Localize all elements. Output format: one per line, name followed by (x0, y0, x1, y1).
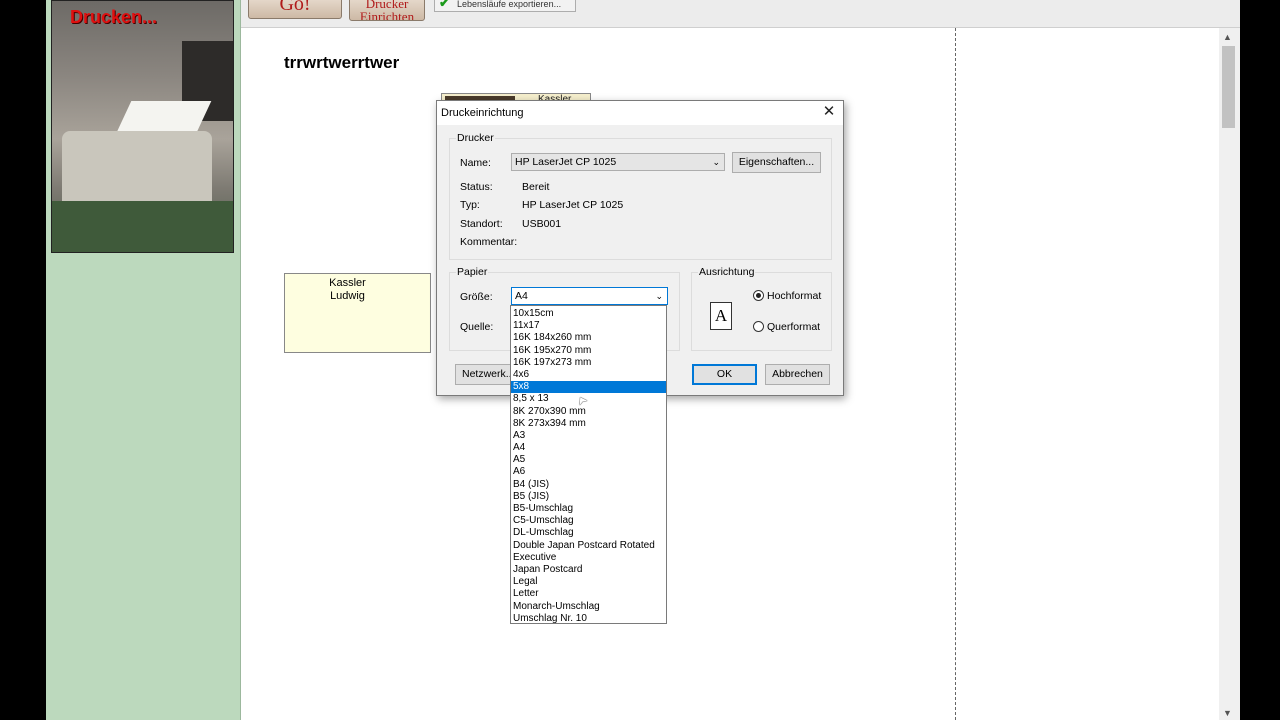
printer-name-value: HP LaserJet CP 1025 (515, 156, 617, 168)
paper-size-option[interactable]: Letter (511, 588, 666, 600)
page-orientation-icon: A (710, 302, 732, 330)
paper-size-option[interactable]: C5-Umschlag (511, 515, 666, 527)
name-label: Name: (460, 157, 491, 169)
paper-size-option[interactable]: A3 (511, 430, 666, 442)
paper-size-option[interactable]: A5 (511, 454, 666, 466)
toolbar: Go! Drucker Einrichten ✔ Lebensläufe exp… (241, 0, 1240, 28)
export-cv-button[interactable]: ✔ Lebensläufe exportieren... (434, 0, 576, 12)
paper-size-value: A4 (515, 290, 528, 302)
paper-size-option[interactable]: Umschlag Nr. 10 (511, 613, 666, 623)
status-value: Bereit (522, 181, 550, 193)
printer-setup-button[interactable]: Drucker Einrichten (349, 0, 425, 21)
printer-group-label: Drucker (456, 132, 495, 144)
type-label: Typ: (460, 199, 480, 211)
scroll-up-icon[interactable]: ▲ (1223, 32, 1232, 42)
export-label: Lebensläufe exportieren... (457, 0, 562, 9)
photo-title: Drucken... (70, 7, 158, 27)
paper-size-option[interactable]: Executive (511, 552, 666, 564)
source-label: Quelle: (460, 321, 494, 333)
paper-size-option[interactable]: Legal (511, 576, 666, 588)
paper-size-option[interactable]: 11x17 (511, 320, 666, 332)
printer-photo: Drucken... (51, 0, 234, 253)
page-title: trrwrtwerrtwer (284, 53, 400, 72)
printer-name-select[interactable]: HP LaserJet CP 1025 ⌄ (511, 153, 725, 171)
ok-button[interactable]: OK (692, 364, 757, 385)
properties-button[interactable]: Eigenschaften... (732, 152, 821, 173)
scroll-thumb[interactable] (1222, 46, 1235, 128)
vertical-scrollbar[interactable]: ▲ ▼ (1219, 28, 1240, 720)
landscape-label[interactable]: Querformat (767, 321, 820, 333)
paper-size-option[interactable]: B5 (JIS) (511, 491, 666, 503)
paper-size-option[interactable]: 16K 195x270 mm (511, 345, 666, 357)
paper-size-option[interactable]: A4 (511, 442, 666, 454)
close-icon[interactable]: ✕ (820, 103, 838, 121)
checkmark-icon: ✔ (439, 0, 450, 10)
paper-size-option[interactable]: B5-Umschlag (511, 503, 666, 515)
label-card: Kassler Ludwig (284, 273, 431, 353)
paper-size-option[interactable]: 5x8 (511, 381, 666, 394)
paper-size-option[interactable]: 8K 270x390 mm (511, 406, 666, 418)
location-value: USB001 (522, 218, 562, 230)
network-button[interactable]: Netzwerk... (455, 364, 515, 385)
paper-size-select[interactable]: A4 ⌄ (511, 287, 668, 305)
paper-size-option[interactable]: 8K 273x394 mm (511, 418, 666, 430)
paper-size-option[interactable]: Double Japan Postcard Rotated (511, 540, 666, 552)
dialog-title: Druckeinrichtung (441, 107, 524, 119)
landscape-radio[interactable] (753, 321, 764, 332)
comment-label: Kommentar: (460, 236, 518, 248)
location-label: Standort: (460, 218, 503, 230)
cancel-button[interactable]: Abbrechen (765, 364, 830, 385)
paper-size-option[interactable]: DL-Umschlag (511, 527, 666, 539)
label-card-text: Kassler Ludwig (329, 277, 366, 302)
portrait-label[interactable]: Hochformat (767, 290, 821, 302)
portrait-radio[interactable] (753, 290, 764, 301)
scroll-down-icon[interactable]: ▼ (1223, 708, 1232, 718)
size-label: Größe: (460, 291, 493, 303)
chevron-down-icon: ⌄ (655, 291, 663, 301)
status-label: Status: (460, 181, 493, 193)
paper-size-dropdown-list[interactable]: 10x15cm 11x17 16K 184x260 mm 16K 195x270 mm… (510, 305, 667, 624)
paper-size-option[interactable]: 4x6 (511, 369, 666, 381)
paper-size-option[interactable]: 16K 184x260 mm (511, 332, 666, 344)
page-margin-line (955, 28, 956, 720)
type-value: HP LaserJet CP 1025 (522, 199, 624, 211)
paper-size-option[interactable]: 16K 197x273 mm (511, 357, 666, 369)
paper-size-option[interactable]: A6 (511, 466, 666, 478)
dialog-titlebar: Druckeinrichtung ✕ (437, 101, 843, 125)
paper-size-option[interactable]: Japan Postcard (511, 564, 666, 576)
go-button[interactable]: Go! (248, 0, 342, 19)
paper-size-option[interactable]: B4 (JIS) (511, 479, 666, 491)
orientation-group-label: Ausrichtung (698, 266, 756, 278)
chevron-down-icon: ⌄ (712, 157, 720, 167)
paper-group-label: Papier (456, 266, 489, 278)
paper-size-option[interactable]: 10x15cm (511, 308, 666, 320)
paper-size-option[interactable]: Monarch-Umschlag (511, 601, 666, 613)
